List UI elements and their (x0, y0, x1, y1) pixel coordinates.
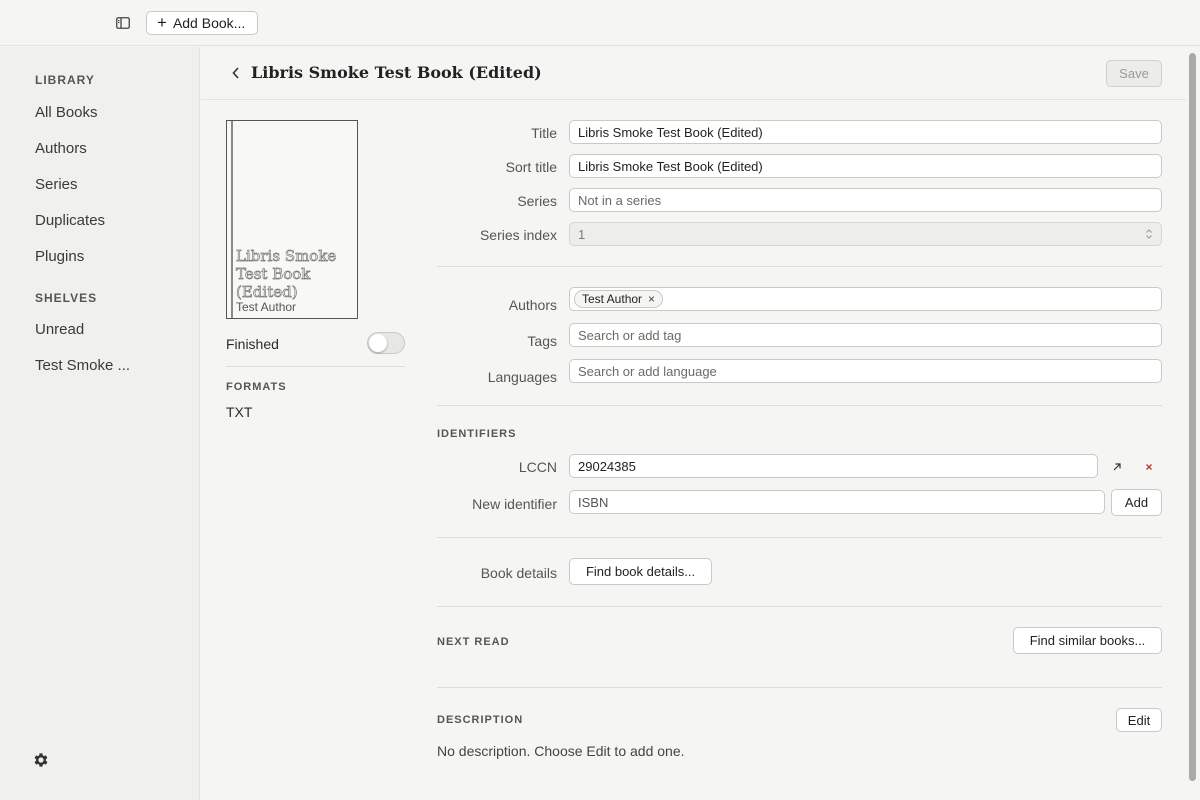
identifier-type-value: ISBN (578, 494, 609, 510)
divider (437, 537, 1162, 538)
page-title: Libris Smoke Test Book (Edited) (251, 63, 542, 82)
sidebar-item-unread[interactable]: Unread (35, 321, 84, 338)
plus-icon: + (157, 13, 167, 32)
divider (437, 687, 1162, 688)
languages-label: Languages (487, 369, 557, 385)
divider (437, 266, 1162, 267)
series-placeholder: Not in a series (578, 192, 662, 208)
stepper-arrows-icon (1146, 229, 1152, 239)
shelves-heading: SHELVES (35, 291, 98, 305)
sort-title-label: Sort title (505, 159, 557, 175)
add-book-button[interactable]: + Add Book... (146, 11, 259, 35)
add-book-label: Add Book... (172, 15, 246, 31)
tags-label: Tags (527, 333, 557, 349)
tags-input[interactable]: Search or add tag (569, 323, 1162, 347)
book-editor: Libris Smoke Test Book (Edited) Save Lib… (201, 47, 1186, 800)
lccn-field[interactable]: 29024385 (569, 454, 1098, 478)
library-heading: LIBRARY (35, 73, 95, 87)
edit-description-button[interactable]: Edit (1116, 708, 1162, 732)
sidebar-item-all-books[interactable]: All Books (35, 104, 98, 121)
find-book-details-button[interactable]: Find book details... (569, 558, 712, 585)
tags-placeholder: Search or add tag (578, 327, 682, 343)
languages-input[interactable]: Search or add language (569, 359, 1162, 383)
cover-author: Test Author (236, 300, 297, 314)
top-toolbar: + Add Book... (0, 0, 1200, 46)
lccn-value: 29024385 (578, 458, 636, 474)
sidebar-item-series[interactable]: Series (35, 176, 78, 193)
sidebar-item-plugins[interactable]: Plugins (35, 248, 84, 265)
series-index-stepper: 1 (569, 222, 1162, 246)
title-label: Title (531, 125, 557, 141)
cover-spine (231, 121, 233, 318)
author-chip: Test Author × (574, 290, 664, 308)
sort-title-value: Libris Smoke Test Book (Edited) (578, 158, 763, 174)
title-value: Libris Smoke Test Book (Edited) (578, 124, 763, 140)
author-chip-label: Test Author (582, 292, 643, 306)
format-item-txt[interactable]: TXT (226, 404, 252, 420)
cover-title: Libris Smoke Test Book (Edited) (236, 247, 337, 302)
toggle-knob (369, 334, 387, 352)
new-identifier-label: New identifier (472, 496, 557, 512)
sidebar-item-authors[interactable]: Authors (35, 140, 87, 157)
next-read-heading: NEXT READ (437, 636, 510, 648)
book-cover[interactable]: Libris Smoke Test Book (Edited) Test Aut… (226, 120, 358, 319)
title-field[interactable]: Libris Smoke Test Book (Edited) (569, 120, 1162, 144)
scrollbar[interactable] (1186, 47, 1200, 800)
book-details-label: Book details (480, 565, 557, 581)
editor-header: Libris Smoke Test Book (Edited) Save (201, 47, 1186, 100)
series-label: Series (517, 193, 557, 209)
divider (437, 606, 1162, 607)
sort-title-field[interactable]: Libris Smoke Test Book (Edited) (569, 154, 1162, 178)
sidebar: LIBRARY All Books Authors Series Duplica… (0, 47, 200, 800)
series-index-value: 1 (578, 226, 586, 242)
sidebar-item-duplicates[interactable]: Duplicates (35, 212, 105, 229)
save-button[interactable]: Save (1106, 60, 1162, 87)
add-identifier-button[interactable]: Add (1111, 489, 1162, 516)
authors-label: Authors (508, 297, 557, 313)
series-index-label: Series index (479, 227, 557, 243)
scroll-thumb[interactable] (1189, 53, 1196, 781)
find-similar-books-button[interactable]: Find similar books... (1013, 627, 1162, 654)
identifiers-heading: IDENTIFIERS (437, 428, 517, 440)
formats-heading: FORMATS (226, 381, 287, 393)
sidebar-icon[interactable] (114, 14, 132, 32)
divider (437, 405, 1162, 406)
gear-icon[interactable] (32, 751, 50, 769)
series-field[interactable]: Not in a series (569, 188, 1162, 212)
finished-toggle[interactable] (367, 332, 405, 354)
description-text: No description. Choose Edit to add one. (437, 743, 685, 759)
divider (226, 366, 405, 367)
sidebar-item-test-smoke[interactable]: Test Smoke ... (35, 357, 130, 374)
identifier-type-select[interactable]: ISBN (569, 490, 1105, 514)
remove-author-icon[interactable]: × (648, 292, 655, 306)
lccn-label: LCCN (518, 459, 557, 475)
authors-field[interactable]: Test Author × (569, 287, 1162, 311)
open-external-icon[interactable] (1109, 459, 1125, 475)
back-chevron-icon[interactable] (229, 64, 243, 82)
finished-label: Finished (226, 336, 279, 352)
languages-placeholder: Search or add language (578, 363, 717, 379)
description-heading: DESCRIPTION (437, 714, 524, 726)
remove-identifier-icon[interactable] (1141, 459, 1157, 475)
